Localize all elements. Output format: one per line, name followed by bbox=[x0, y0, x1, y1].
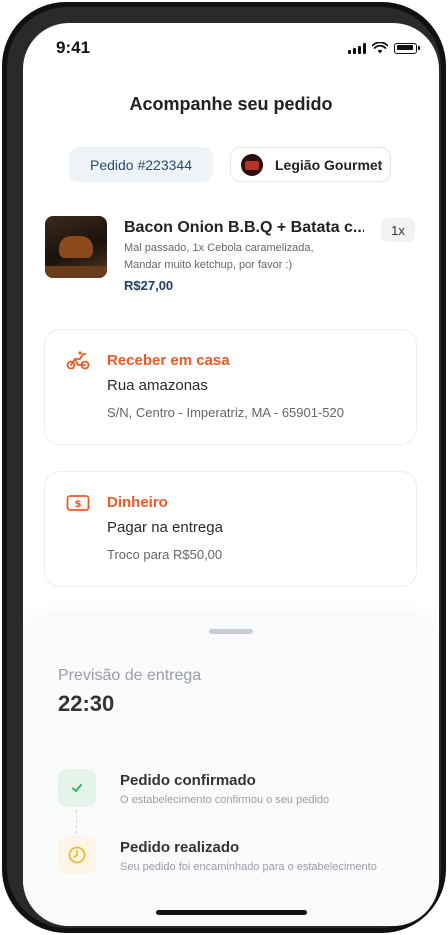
item-description: Mal passado, 1x Cebola caramelizada, Man… bbox=[124, 240, 369, 273]
step-description: Seu pedido foi encaminhado para o estabe… bbox=[120, 861, 377, 873]
delivery-card: Receber em casa Rua amazonas S/N, Centro… bbox=[44, 329, 417, 445]
clock-icon bbox=[58, 836, 96, 874]
screen: 9:41 Acompanhe seu pedido Pedido #223344 bbox=[23, 23, 439, 926]
status-icons bbox=[348, 42, 420, 54]
sheet-drag-handle[interactable] bbox=[209, 629, 253, 634]
delivery-heading: Receber em casa bbox=[107, 352, 230, 369]
item-name: Bacon Onion B.B.Q + Batata c... bbox=[124, 219, 364, 236]
payment-method: Pagar na entrega bbox=[107, 519, 223, 536]
signal-icon bbox=[348, 42, 366, 54]
wifi-icon bbox=[372, 42, 388, 54]
payment-change: Troco para R$50,00 bbox=[107, 547, 223, 562]
svg-text:$: $ bbox=[75, 499, 82, 510]
home-indicator[interactable] bbox=[156, 910, 307, 915]
store-logo bbox=[241, 153, 263, 176]
cash-icon: $ bbox=[66, 495, 90, 511]
page-title: Acompanhe seu pedido bbox=[129, 94, 333, 114]
item-desc-line1: Mal passado, 1x Cebola caramelizada, bbox=[124, 242, 314, 254]
status-time: 9:41 bbox=[56, 38, 91, 57]
delivery-street: Rua amazonas bbox=[107, 377, 208, 394]
item-quantity-badge: 1x bbox=[381, 218, 415, 242]
step-connector bbox=[76, 810, 77, 834]
device-inner-bezel: 9:41 Acompanhe seu pedido Pedido #223344 bbox=[7, 7, 441, 928]
burger-image bbox=[45, 216, 107, 278]
item-price: R$27,00 bbox=[124, 278, 174, 293]
eta-label: Previsão de entrega bbox=[58, 667, 202, 684]
battery-icon bbox=[394, 42, 420, 54]
step-description: O estabelecimento confirmou o seu pedido bbox=[120, 794, 330, 806]
step-title: Pedido realizado bbox=[120, 839, 240, 856]
tracking-sheet: Previsão de entrega 22:30 Pedido confirm… bbox=[23, 620, 439, 926]
phone-frame: 9:41 Acompanhe seu pedido Pedido #223344 bbox=[0, 0, 448, 935]
payment-card: $ Dinheiro Pagar na entrega Troco para R… bbox=[44, 471, 417, 587]
device-bezel: 9:41 Acompanhe seu pedido Pedido #223344 bbox=[2, 2, 446, 933]
motorcycle-icon bbox=[66, 351, 90, 370]
payment-heading: Dinheiro bbox=[107, 494, 168, 511]
check-icon bbox=[58, 769, 96, 807]
store-name: Legião Gourmet bbox=[275, 156, 383, 173]
step-title: Pedido confirmado bbox=[120, 772, 256, 789]
eta-time: 22:30 bbox=[58, 691, 115, 716]
order-number-label: Pedido #223344 bbox=[90, 156, 192, 173]
item-desc-line2: Mandar muito ketchup, por favor :) bbox=[124, 258, 293, 271]
store-chip[interactable]: Legião Gourmet bbox=[230, 147, 391, 182]
delivery-address: S/N, Centro - Imperatriz, MA - 65901-520 bbox=[107, 405, 344, 420]
order-number-chip: Pedido #223344 bbox=[69, 147, 213, 182]
